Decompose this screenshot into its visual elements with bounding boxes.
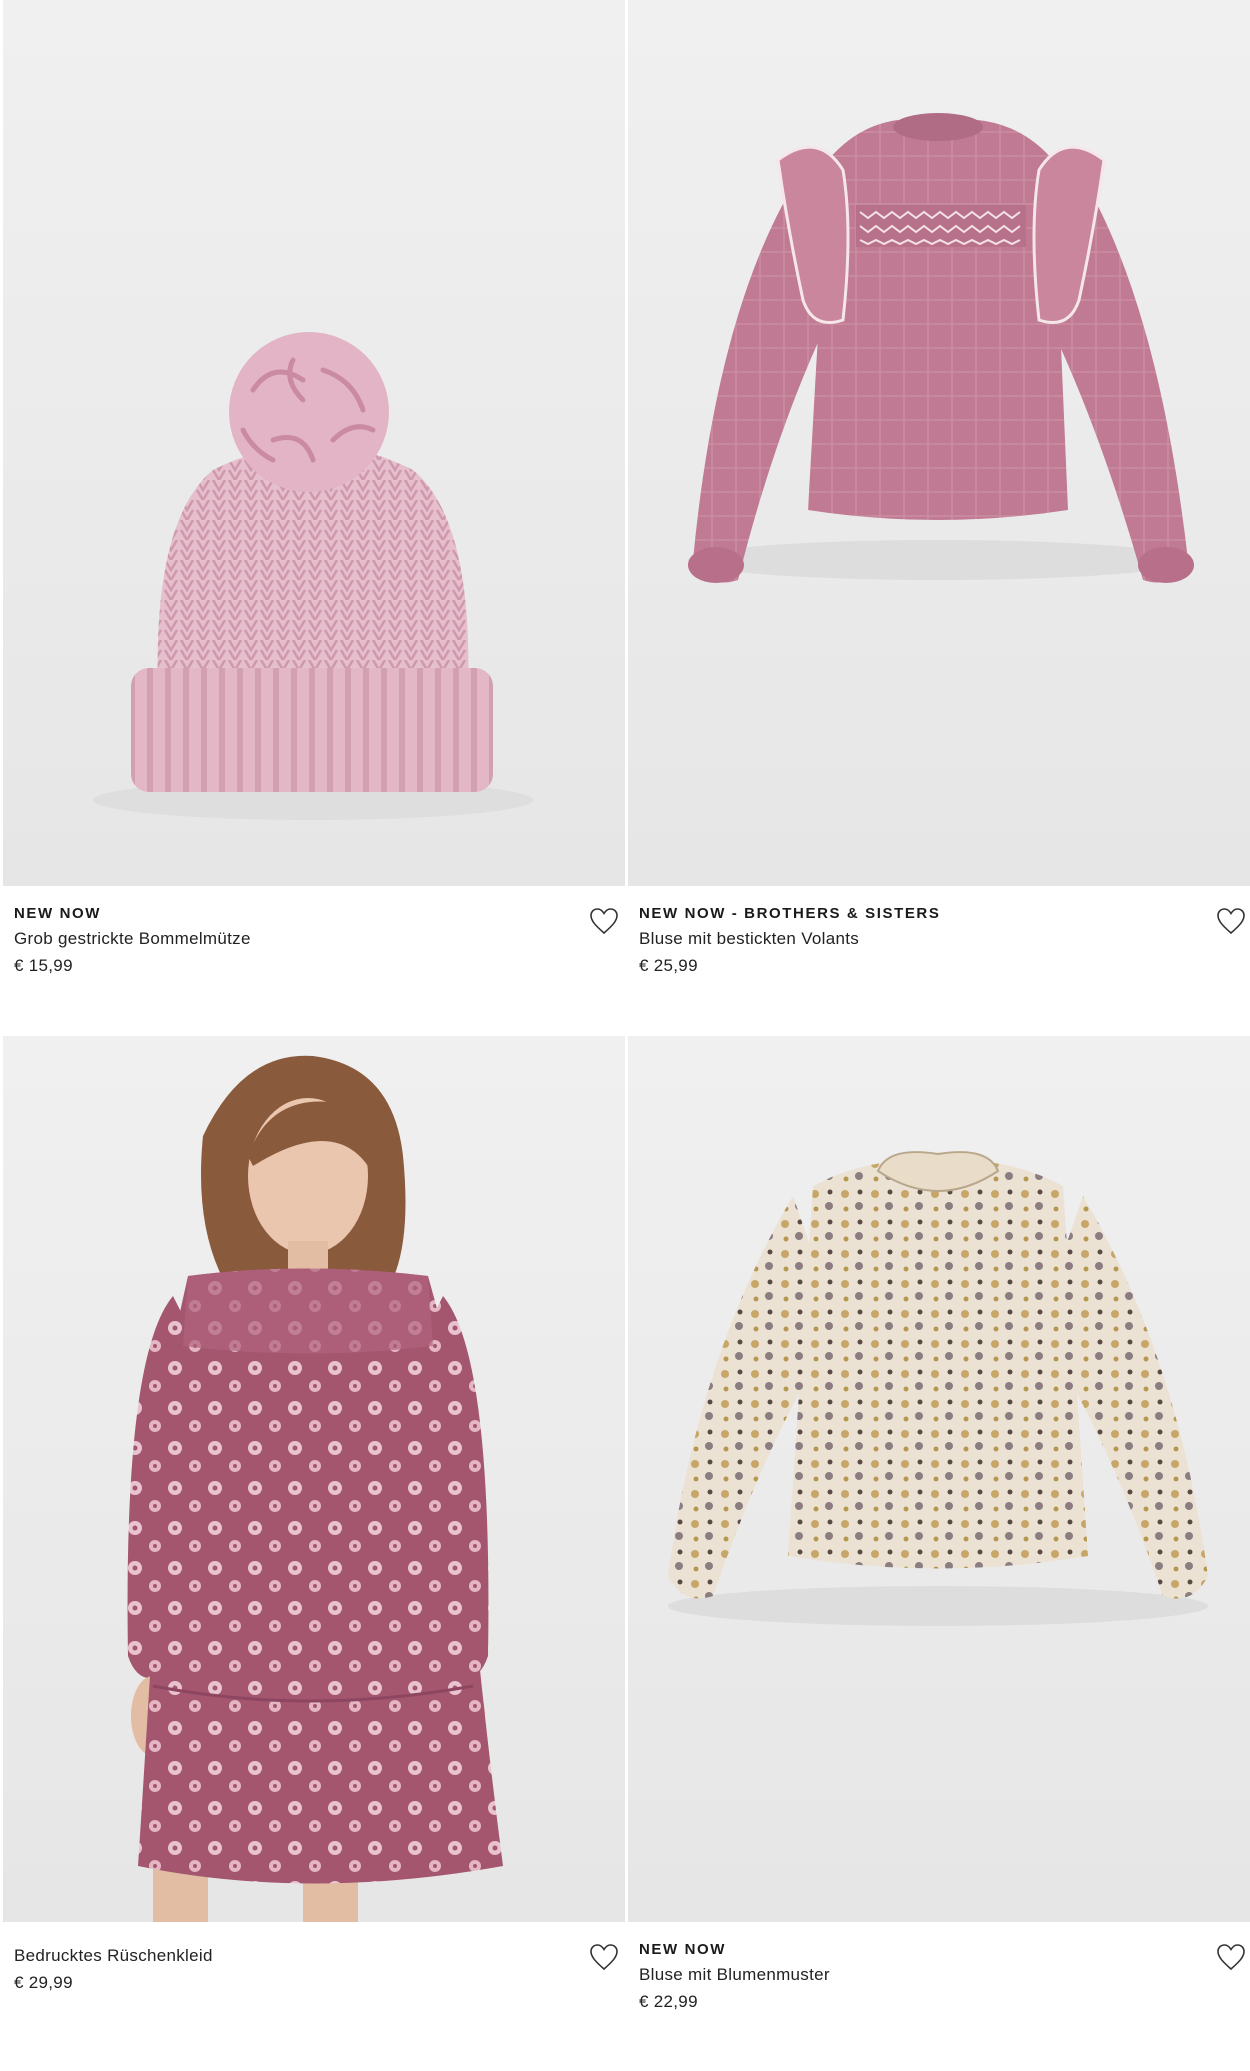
product-tag: NEW NOW: [14, 905, 102, 922]
product-card[interactable]: NEW NOW - BROTHERS & SISTERS Bluse mit b…: [628, 0, 1250, 1000]
printed-dress-image: [127, 1055, 503, 1922]
heart-outline-icon[interactable]: [1215, 906, 1247, 936]
product-price: € 15,99: [14, 956, 73, 975]
knit-hat-image: [93, 332, 533, 820]
product-price: € 22,99: [639, 1992, 698, 2011]
product-card[interactable]: NEW NOW Bluse mit Blumenmuster € 22,99: [628, 1036, 1250, 2036]
heart-outline-icon[interactable]: [1215, 1942, 1247, 1972]
heart-outline-icon[interactable]: [588, 906, 620, 936]
product-image[interactable]: [3, 0, 625, 886]
product-tag: NEW NOW - BROTHERS & SISTERS: [639, 905, 941, 922]
product-card[interactable]: NEW NOW Grob gestrickte Bommelmütze € 15…: [3, 0, 625, 1000]
ruffle-blouse-image: [688, 113, 1194, 583]
product-name[interactable]: Grob gestrickte Bommelmütze: [14, 925, 574, 952]
product-name[interactable]: Bedrucktes Rüschenkleid: [14, 1942, 574, 1969]
product-card[interactable]: Bedrucktes Rüschenkleid € 29,99: [3, 1036, 625, 2036]
product-tag: NEW NOW: [639, 1941, 727, 1958]
product-name[interactable]: Bluse mit bestickten Volants: [639, 925, 1199, 952]
product-price: € 29,99: [14, 1973, 73, 1992]
product-image[interactable]: [628, 0, 1250, 886]
product-image[interactable]: [628, 1036, 1250, 1922]
product-name[interactable]: Bluse mit Blumenmuster: [639, 1961, 1199, 1988]
product-image[interactable]: [3, 1036, 625, 1922]
product-price: € 25,99: [639, 956, 698, 975]
heart-outline-icon[interactable]: [588, 1942, 620, 1972]
floral-blouse-image: [668, 1151, 1208, 1626]
